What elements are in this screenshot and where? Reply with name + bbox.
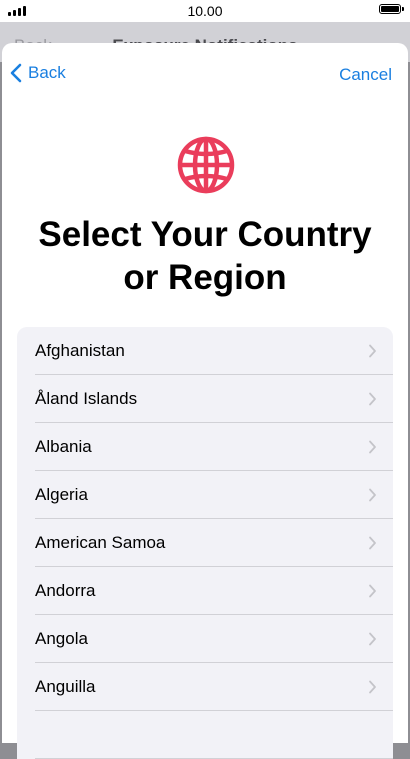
cancel-button[interactable]: Cancel: [339, 65, 392, 85]
back-button[interactable]: Back: [10, 63, 66, 83]
chevron-left-icon: [10, 63, 22, 83]
chevron-right-icon: [369, 344, 376, 358]
country-name: Algeria: [35, 485, 88, 504]
country-name: Angola: [35, 629, 88, 648]
modal-sheet: Back Cancel Select Your Country or Regio…: [2, 43, 408, 759]
page-title: Select Your Country or Region: [2, 213, 408, 299]
chevron-right-icon: [369, 440, 376, 454]
chevron-right-icon: [369, 392, 376, 406]
country-row[interactable]: Andorra: [17, 567, 393, 615]
country-name: Anguilla: [35, 677, 96, 696]
country-row[interactable]: Afghanistan: [17, 327, 393, 375]
page-title-line-1: Select Your Country: [38, 215, 372, 254]
country-name: Afghanistan: [35, 341, 125, 360]
country-row[interactable]: [17, 711, 393, 759]
back-label: Back: [28, 63, 66, 82]
globe-icon: [177, 136, 235, 194]
chevron-right-icon: [369, 488, 376, 502]
country-name: Albania: [35, 437, 92, 456]
chevron-right-icon: [369, 584, 376, 598]
country-name: Åland Islands: [35, 389, 138, 408]
battery-fill: [381, 6, 399, 12]
country-row[interactable]: Angola: [17, 615, 393, 663]
chevron-right-icon: [369, 680, 376, 694]
country-row[interactable]: Åland Islands: [17, 375, 393, 423]
page-title-line-2: or Region: [123, 258, 287, 297]
country-row[interactable]: Anguilla: [17, 663, 393, 711]
status-time: 10.00: [187, 3, 223, 19]
country-row[interactable]: Algeria: [17, 471, 393, 519]
chevron-right-icon: [369, 536, 376, 550]
country-row[interactable]: Albania: [17, 423, 393, 471]
battery-icon: [379, 4, 404, 14]
status-bar: 10.00: [0, 0, 410, 22]
country-list: Afghanistan Åland Islands Albania Algeria Am…: [17, 327, 393, 759]
country-name: American Samoa: [35, 533, 166, 552]
country-name: Andorra: [35, 581, 96, 600]
country-row[interactable]: American Samoa: [17, 519, 393, 567]
chevron-right-icon: [369, 632, 376, 646]
